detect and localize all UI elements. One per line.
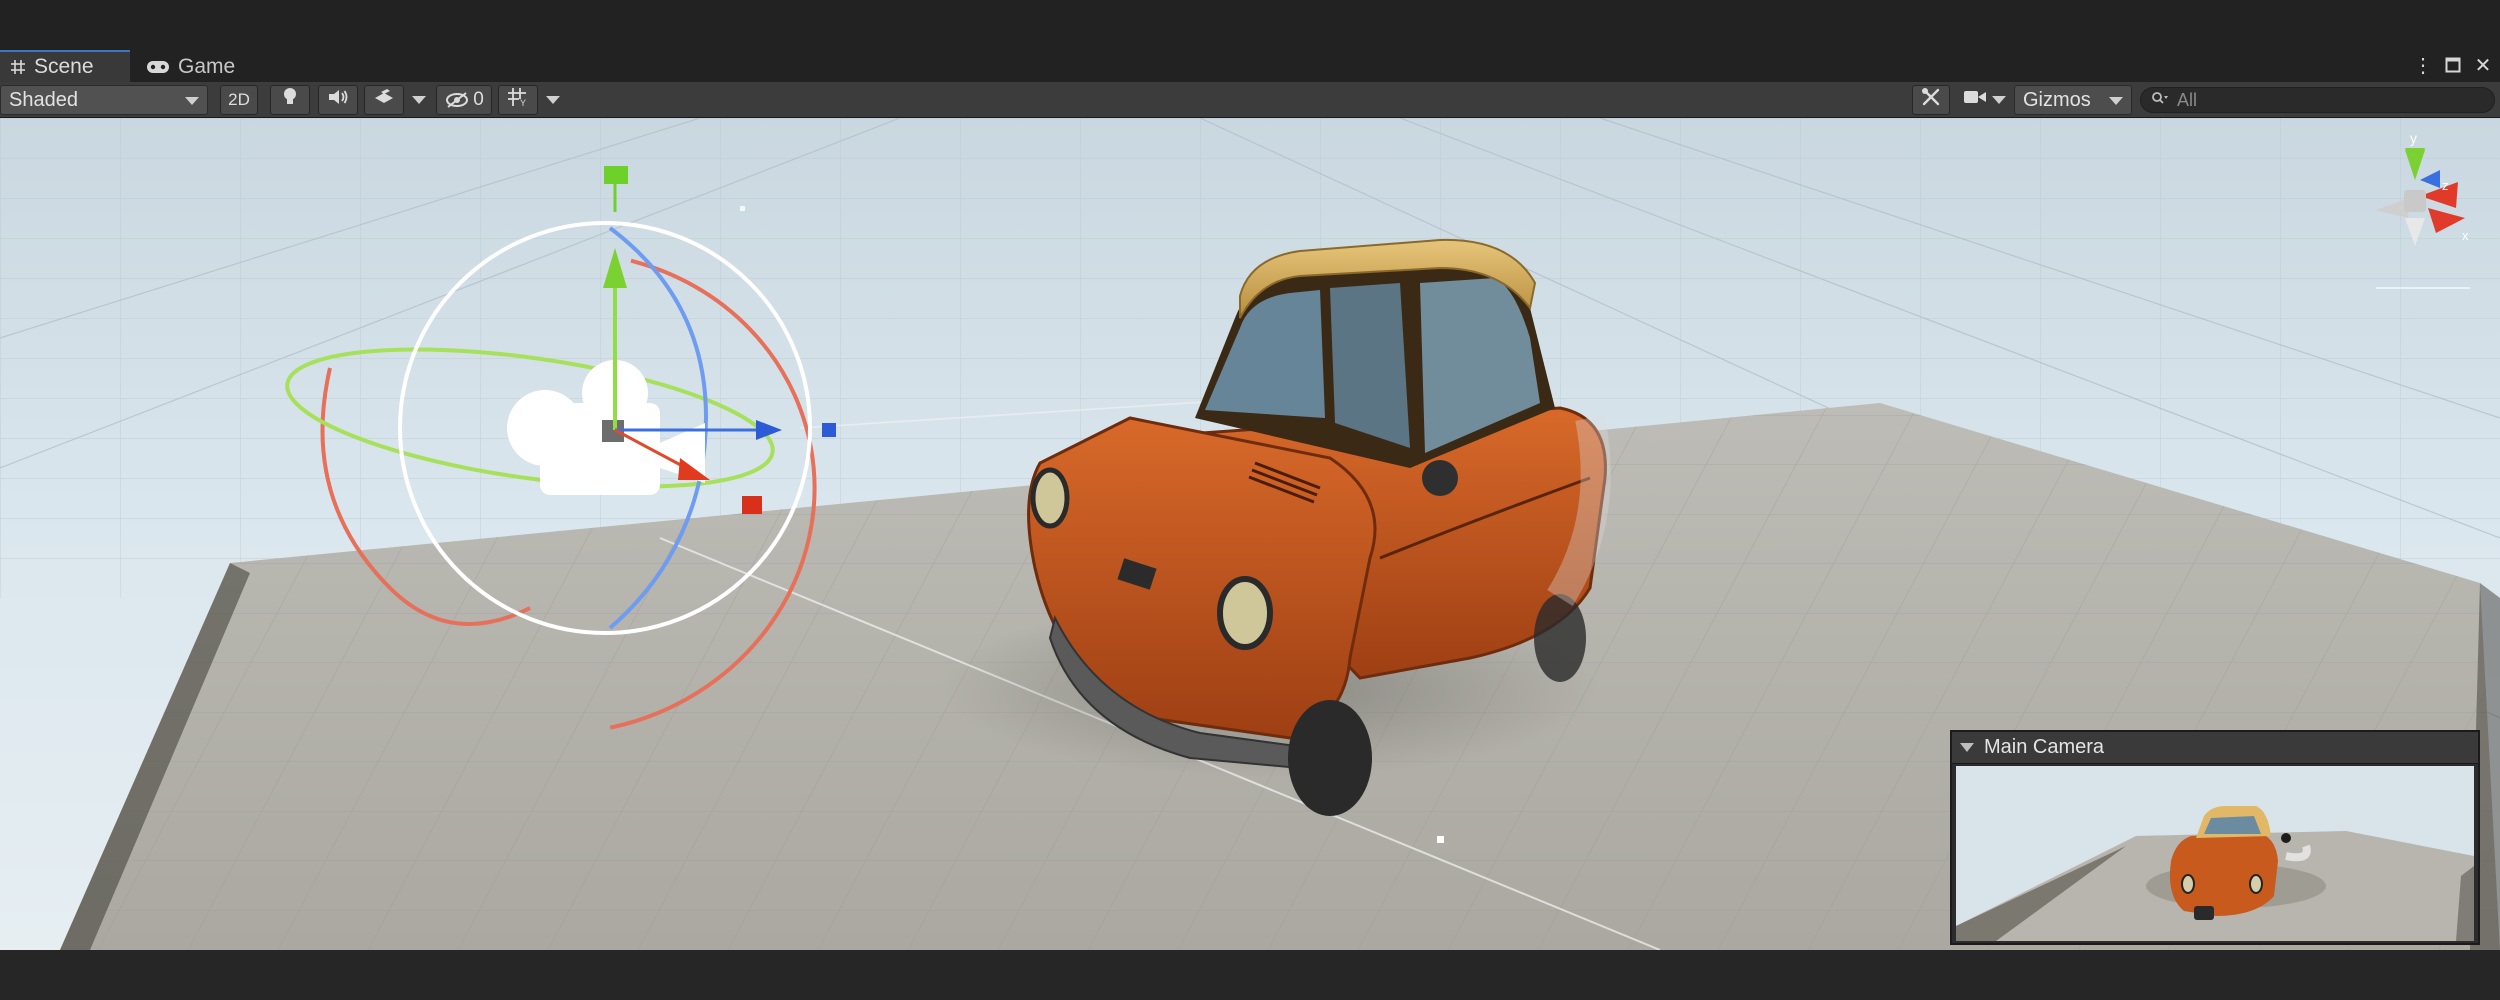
status-bar xyxy=(0,950,2500,1000)
grid-snap-icon: Y xyxy=(507,87,529,113)
collapse-triangle-icon[interactable] xyxy=(1960,743,1974,752)
chevron-down-icon xyxy=(412,96,426,104)
shading-mode-value: Shaded xyxy=(9,88,78,111)
camera-preview-window[interactable]: Main Camera xyxy=(1950,730,2480,945)
hidden-objects-toggle[interactable]: 0 xyxy=(436,85,492,115)
chevron-down-icon xyxy=(1992,96,2006,104)
audio-toggle-button[interactable] xyxy=(318,85,358,115)
mode-2d-button[interactable]: 2D xyxy=(220,85,258,115)
speaker-icon xyxy=(327,88,349,112)
chevron-down-icon xyxy=(546,96,560,104)
camera-preview-render xyxy=(1956,766,2474,941)
tab-scene-label: Scene xyxy=(34,55,94,78)
hierarchy-search[interactable] xyxy=(2140,87,2495,113)
scene-toolbar: Shaded 2D 0 Y Gizmos All xyxy=(0,82,2500,118)
video-camera-icon xyxy=(1963,89,1987,111)
mode-2d-label: 2D xyxy=(228,90,250,109)
chevron-down-icon xyxy=(185,97,199,105)
effects-dropdown-button[interactable] xyxy=(406,85,432,115)
tab-game-label: Game xyxy=(178,55,236,78)
lightbulb-icon xyxy=(282,87,298,113)
gamepad-icon xyxy=(146,59,170,75)
effects-toggle-button[interactable] xyxy=(364,85,404,115)
camera-dropdown-button[interactable] xyxy=(1986,85,2012,115)
grid-snap-toggle-button[interactable]: Y xyxy=(498,85,538,115)
tools-button[interactable] xyxy=(1912,85,1950,115)
window-controls: ⋮ ✕ xyxy=(2413,50,2492,80)
close-icon[interactable]: ✕ xyxy=(2474,53,2492,78)
eye-slash-icon xyxy=(444,91,470,109)
shading-mode-dropdown[interactable]: Shaded xyxy=(0,85,208,115)
camera-preview-title: Main Camera xyxy=(1984,736,2105,758)
grid-dropdown-button[interactable] xyxy=(540,85,566,115)
search-input[interactable] xyxy=(2177,89,2477,111)
more-options-icon[interactable]: ⋮ xyxy=(2413,53,2433,78)
camera-preview-header[interactable]: Main Camera xyxy=(1952,732,2478,764)
axis-x-label: x xyxy=(2462,228,2469,243)
scene-viewport[interactable]: y z x Main Camera xyxy=(0,118,2500,950)
layers-effects-icon xyxy=(373,88,395,112)
lighting-toggle-button[interactable] xyxy=(270,85,310,115)
search-icon xyxy=(2151,91,2169,110)
title-bar xyxy=(0,0,2500,56)
tab-scene[interactable]: Scene xyxy=(0,50,130,82)
gizmos-label: Gizmos xyxy=(2023,88,2091,111)
gizmos-dropdown[interactable]: Gizmos xyxy=(2014,85,2132,115)
maximize-icon[interactable] xyxy=(2444,57,2462,73)
grid-icon xyxy=(10,59,26,75)
axis-z-label: z xyxy=(2442,178,2449,193)
tab-game[interactable]: Game xyxy=(140,52,250,82)
svg-text:Y: Y xyxy=(520,98,526,107)
hidden-count: 0 xyxy=(473,89,484,110)
tools-icon xyxy=(1921,87,1941,113)
chevron-down-icon xyxy=(2109,97,2123,105)
axis-y-label: y xyxy=(2410,130,2417,146)
